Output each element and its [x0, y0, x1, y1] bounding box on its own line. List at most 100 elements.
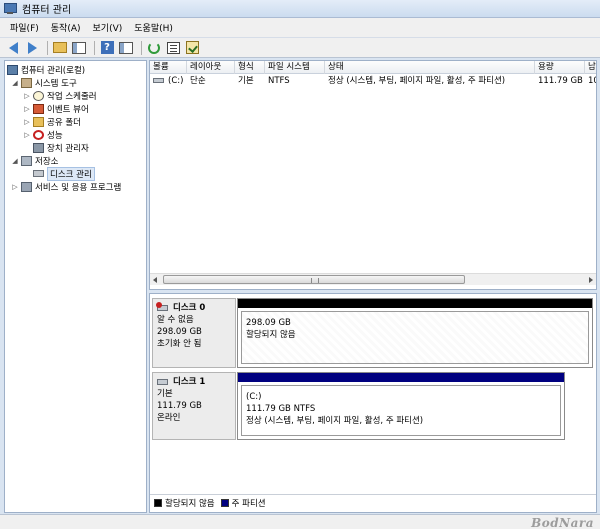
column-header-status[interactable]: 상태 [325, 61, 535, 74]
tree-item-disk-management[interactable]: 디스크 관리 [33, 166, 95, 181]
check-icon [185, 41, 199, 54]
tree-item-label: 작업 스케줄러 [47, 91, 97, 102]
column-header-capacity[interactable]: 용량 [535, 61, 585, 74]
collapse-arrow-icon[interactable]: ◢ [11, 79, 19, 87]
tree-item-performance[interactable]: ▷ 성능 [23, 128, 63, 141]
shared-folder-icon [33, 116, 44, 127]
back-icon [8, 41, 18, 54]
column-header-type[interactable]: 형식 [235, 61, 265, 74]
menu-file[interactable]: 파일(F) [6, 21, 47, 34]
disk-1-state: 온라인 [157, 413, 181, 423]
computer-icon [7, 64, 18, 75]
partition-status: 정상 (시스템, 부팅, 페이지 파일, 활성, 주 파티션) [246, 416, 424, 426]
volume-list[interactable]: 볼륨 레이아웃 형식 파일 시스템 상태 용량 남 (C:) 단순 기본 NTF… [149, 60, 597, 290]
column-header-layout[interactable]: 레이아웃 [187, 61, 235, 74]
toolbar-separator [47, 40, 48, 55]
toolbar-separator [94, 40, 95, 55]
disk-icon [33, 170, 44, 177]
tree-item-label: 공유 폴더 [47, 117, 81, 128]
table-row[interactable]: (C:) 단순 기본 NTFS 정상 (시스템, 부팅, 페이지 파일, 활성,… [150, 75, 596, 88]
expand-arrow-icon[interactable]: ▷ [23, 105, 31, 113]
disk-0-name: 디스크 0 [156, 302, 231, 314]
cell-type: 기본 [238, 76, 254, 86]
check-button[interactable] [184, 40, 200, 56]
scroll-left-icon[interactable] [153, 277, 157, 283]
expand-arrow-icon[interactable]: ▷ [23, 92, 31, 100]
tree-item-task-scheduler[interactable]: ▷ 작업 스케줄러 [23, 89, 97, 102]
up-folder-button[interactable] [52, 40, 68, 56]
legend-swatch-primary [220, 499, 229, 507]
disk-1-label[interactable]: 디스크 1 기본 111.79 GB 온라인 [152, 372, 236, 440]
clock-icon [33, 90, 44, 101]
partition-size-fs: 111.79 GB NTFS [246, 404, 316, 414]
disk-1-partition[interactable]: (C:) 111.79 GB NTFS 정상 (시스템, 부팅, 페이지 파일,… [237, 372, 565, 440]
refresh-button[interactable] [146, 40, 162, 56]
column-header-filesystem[interactable]: 파일 시스템 [265, 61, 325, 74]
cell-filesystem: NTFS [268, 76, 290, 86]
disk-1-type: 기본 [157, 389, 173, 399]
cell-free: 10 [588, 76, 596, 86]
cell-layout: 단순 [190, 76, 206, 86]
show-console-tree-button[interactable] [71, 40, 87, 56]
partition-info: (C:) 111.79 GB NTFS 정상 (시스템, 부팅, 페이지 파일,… [241, 385, 561, 436]
disk-graphical-view: 디스크 0 알 수 없음 298.09 GB 초기화 안 됨 298.09 GB… [149, 293, 597, 513]
disk-1-name: 디스크 1 [157, 376, 231, 388]
disk-0-label[interactable]: 디스크 0 알 수 없음 298.09 GB 초기화 안 됨 [152, 298, 236, 368]
disk-warning-icon [156, 302, 168, 311]
help-button[interactable]: ? [99, 40, 115, 56]
expand-arrow-icon[interactable]: ▷ [11, 183, 19, 191]
disk-1-size: 111.79 GB [157, 401, 202, 411]
tree-item-storage[interactable]: ◢ 저장소 [11, 154, 58, 167]
console-tree[interactable]: 컴퓨터 관리(로컬) ◢ 시스템 도구 ▷ 작업 스케줄러 ▷ 이벤트 뷰어 ▷… [4, 60, 147, 513]
disk-1-name-text: 디스크 1 [173, 377, 206, 387]
console-tree-icon [72, 41, 86, 54]
horizontal-scrollbar[interactable] [150, 273, 596, 285]
watermark-logo: BodNara [531, 516, 594, 529]
disk-0-state: 초기화 안 됨 [157, 339, 202, 349]
up-folder-icon [53, 42, 67, 53]
collapse-arrow-icon[interactable]: ◢ [11, 157, 19, 165]
legend-label-primary: 주 파티션 [231, 499, 266, 509]
event-viewer-icon [33, 103, 44, 114]
disk-0-type: 알 수 없음 [157, 315, 194, 325]
legend-label-unallocated: 할당되지 않음 [165, 499, 215, 509]
scroll-grip-icon [311, 278, 319, 283]
device-manager-icon [33, 142, 44, 153]
menu-action[interactable]: 동작(A) [47, 21, 89, 34]
properties-button[interactable] [165, 40, 181, 56]
tree-item-root[interactable]: 컴퓨터 관리(로컬) [7, 63, 85, 76]
tree-item-shared-folders[interactable]: ▷ 공유 폴더 [23, 115, 81, 128]
toolbar-separator [141, 40, 142, 55]
partition-info: 298.09 GB 할당되지 않음 [241, 311, 589, 364]
expand-arrow-icon[interactable]: ▷ [23, 131, 31, 139]
help-icon: ? [100, 41, 114, 54]
forward-button[interactable] [24, 40, 40, 56]
scroll-right-icon[interactable] [589, 277, 593, 283]
disk-0-size: 298.09 GB [157, 327, 202, 337]
console-tree-toggle-button[interactable] [118, 40, 134, 56]
scroll-thumb[interactable] [163, 275, 465, 284]
disk-0-partition[interactable]: 298.09 GB 할당되지 않음 [237, 298, 593, 368]
tree-item-device-manager[interactable]: 장치 관리자 [33, 141, 89, 154]
tree-item-event-viewer[interactable]: ▷ 이벤트 뷰어 [23, 102, 89, 115]
partition-size: 298.09 GB [246, 318, 291, 328]
expand-arrow-icon[interactable]: ▷ [23, 118, 31, 126]
column-header-volume[interactable]: 볼륨 [150, 61, 187, 74]
back-button[interactable] [5, 40, 21, 56]
disk-0-name-text: 디스크 0 [173, 303, 206, 313]
tree-item-services-apps[interactable]: ▷ 서비스 및 응용 프로그램 [11, 180, 121, 193]
cell-status: 정상 (시스템, 부팅, 페이지 파일, 활성, 주 파티션) [328, 76, 506, 86]
window-title: 컴퓨터 관리 [22, 5, 72, 16]
menu-view[interactable]: 보기(V) [89, 21, 131, 34]
toolbar: ? [0, 38, 600, 58]
menu-help[interactable]: 도움말(H) [130, 21, 181, 34]
tree-item-label: 서비스 및 응용 프로그램 [35, 182, 122, 193]
storage-icon [21, 155, 32, 166]
legend-swatch-unallocated [154, 499, 162, 507]
services-icon [21, 181, 32, 192]
tree-item-system-tools[interactable]: ◢ 시스템 도구 [11, 76, 77, 89]
menu-bar: 파일(F) 동작(A) 보기(V) 도움말(H) [0, 18, 600, 38]
title-bar[interactable]: 컴퓨터 관리 [0, 0, 600, 18]
cell-capacity: 111.79 GB [538, 76, 583, 86]
column-header-free[interactable]: 남 [585, 61, 596, 74]
